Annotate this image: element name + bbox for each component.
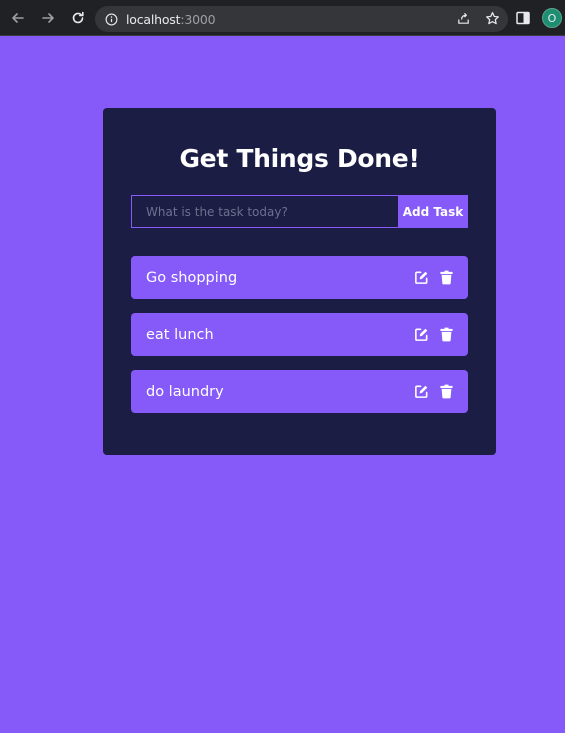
- todo-card: Get Things Done! Add Task Go shopping ea…: [103, 108, 496, 455]
- edit-icon[interactable]: [414, 327, 429, 342]
- trash-icon[interactable]: [439, 270, 454, 285]
- todo-text: eat lunch: [146, 326, 214, 343]
- reload-icon: [72, 11, 84, 23]
- url-port: :3000: [180, 11, 216, 27]
- trash-icon[interactable]: [439, 327, 454, 342]
- share-icon[interactable]: [456, 11, 471, 26]
- url-host: localhost: [126, 11, 181, 27]
- edit-icon[interactable]: [414, 270, 429, 285]
- todo-actions: [414, 327, 454, 342]
- todo-text: do laundry: [146, 383, 224, 400]
- url-text: localhost:3000: [126, 11, 216, 27]
- address-bar[interactable]: localhost:3000: [95, 6, 508, 32]
- back-button[interactable]: [4, 4, 32, 32]
- todo-text: Go shopping: [146, 269, 238, 286]
- arrow-right-icon: [42, 12, 54, 23]
- todo-actions: [414, 270, 454, 285]
- page-title: Get Things Done!: [179, 144, 420, 173]
- profile-avatar[interactable]: O: [542, 8, 562, 28]
- browser-toolbar: localhost:3000 O: [0, 0, 565, 36]
- forward-button[interactable]: [34, 4, 62, 32]
- bookmark-star-icon[interactable]: [485, 11, 500, 26]
- edit-icon[interactable]: [414, 384, 429, 399]
- todo-item: Go shopping: [131, 256, 468, 299]
- todo-item: do laundry: [131, 370, 468, 413]
- task-form: Add Task: [131, 195, 468, 228]
- trash-icon[interactable]: [439, 384, 454, 399]
- todo-actions: [414, 384, 454, 399]
- task-input[interactable]: [131, 195, 398, 228]
- reload-button[interactable]: [64, 4, 92, 32]
- side-panel-icon[interactable]: [516, 11, 530, 25]
- add-task-button[interactable]: Add Task: [398, 195, 468, 228]
- arrow-left-icon: [12, 12, 24, 23]
- info-icon[interactable]: [105, 13, 118, 26]
- todo-item: eat lunch: [131, 313, 468, 356]
